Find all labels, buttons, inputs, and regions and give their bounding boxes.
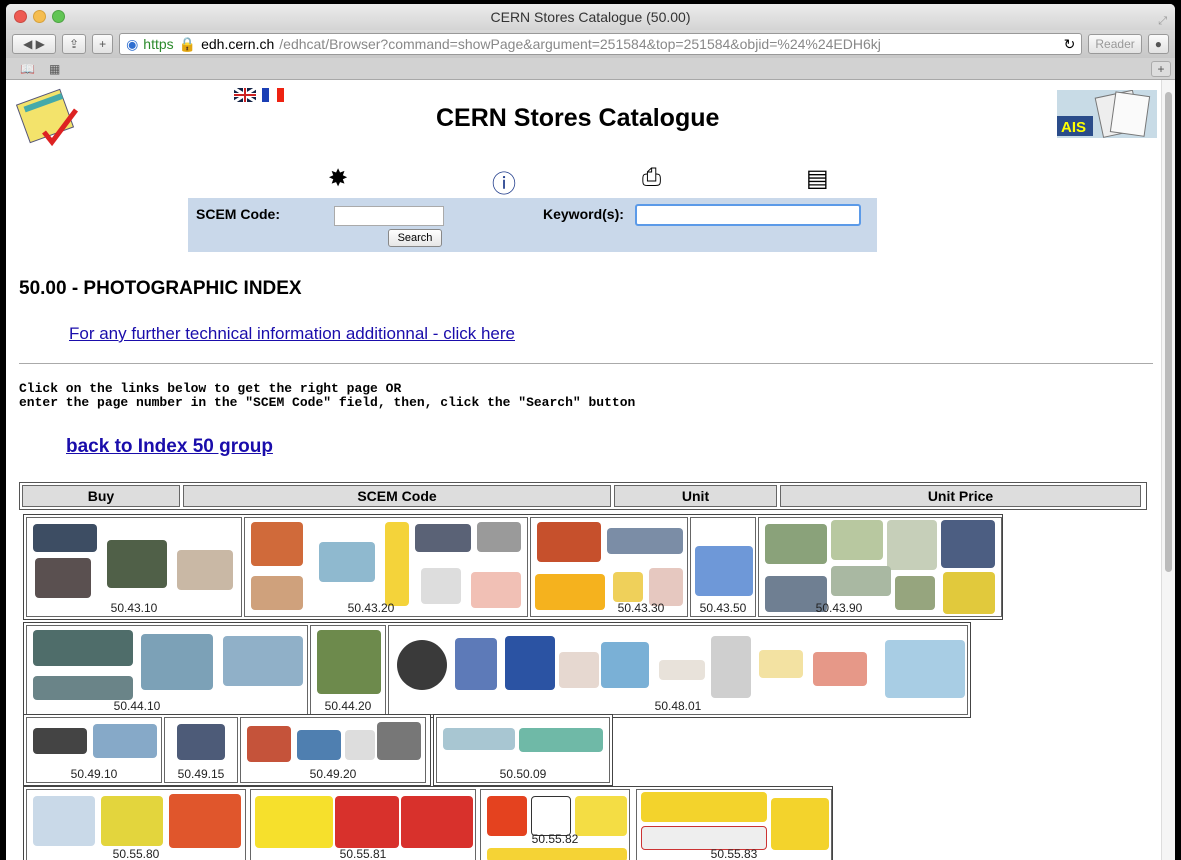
browser-toolbar: ◀ ▶ ⇪ + ◉ https 🔒 edh.cern.ch/edhcat/Bro… [6,30,1175,58]
minimize-window-button[interactable] [33,10,46,23]
scem-code: 50.43.20 [347,601,395,615]
scem-code: 50.55.82 [531,832,579,846]
product-tile-ear-protection[interactable]: 50.48.01 [388,625,968,715]
section-title: 50.00 - PHOTOGRAPHIC INDEX [19,278,302,299]
catalogue-logo-icon [16,88,78,147]
lock-icon: 🔒 [178,35,197,52]
scem-code: 50.43.30 [617,601,665,615]
title-bar: CERN Stores Catalogue (50.00) ⤢ [6,4,1175,30]
info-icon[interactable]: ⓘ [492,164,516,199]
scem-code: 50.43.90 [815,601,863,615]
scem-code: 50.55.81 [339,847,387,860]
close-window-button[interactable] [14,10,27,23]
url-host: edh.cern.ch [201,36,275,52]
instructions-text: Click on the links below to get the righ… [19,381,636,410]
book-icon[interactable]: 📖 [20,62,35,76]
scem-code: 50.50.09 [499,767,547,781]
keyword-label: Keyword(s): [543,206,624,222]
product-tile-coveralls[interactable]: 50.44.10 [26,625,308,715]
top-sites-icon[interactable]: ▦ [49,62,60,76]
reload-icon[interactable]: ↻ [1064,36,1076,53]
back-to-index-link[interactable]: back to Index 50 group [66,436,273,458]
table-header: Buy SCEM Code Unit Unit Price [19,482,1147,510]
scem-code: 50.55.80 [112,847,160,860]
product-tile-masks[interactable]: 50.49.20 [240,717,426,783]
product-tile-glasses[interactable]: 50.49.10 [26,717,162,783]
order-machine-icon[interactable]: ⎙ [642,164,661,192]
search-panel: SCEM Code: Search Keyword(s): [188,198,877,252]
photo-row: 50.55.80 50.55.81 50.55.82 50.55.83 [23,786,833,860]
product-tile-hazard-labels[interactable]: 50.55.82 [480,789,630,860]
product-tile-umbrella[interactable]: 50.43.50 [690,517,756,617]
fullscreen-icon[interactable]: ⤢ [1158,8,1167,34]
search-button[interactable]: Search [388,229,442,247]
share-icon[interactable]: ⇪ [62,34,87,54]
photo-row: 50.43.10 50.43.20 50.43.30 50.43.50 50.4… [23,514,1003,620]
scem-code: 50.49.10 [70,767,118,781]
column-unit-price: Unit Price [780,485,1141,507]
divider [19,363,1153,364]
page-title: CERN Stores Catalogue [436,104,720,132]
scem-code: 50.49.15 [177,767,225,781]
new-items-icon[interactable]: ✸ [328,164,348,193]
product-tile-face-shield[interactable]: 50.49.15 [164,717,238,783]
zoom-window-button[interactable] [52,10,65,23]
technical-info-link[interactable]: For any further technical information ad… [69,324,515,344]
bookmarks-bar: 📖 ▦ + [6,58,1175,80]
scem-code: 50.48.01 [654,699,702,713]
product-tile-clothing[interactable]: 50.43.90 [758,517,1002,617]
english-flag-icon[interactable] [234,88,256,102]
column-unit: Unit [614,485,777,507]
svg-text:AIS: AIS [1061,119,1086,136]
scem-code-label: SCEM Code: [196,206,280,222]
url-path: /edhcat/Browser?command=showPage&argumen… [279,36,881,52]
scem-code: 50.44.20 [324,699,372,713]
vertical-scrollbar[interactable] [1161,80,1175,860]
photo-row: 50.50.09 [433,714,613,786]
scem-code: 50.43.50 [699,601,747,615]
product-tile-helmets[interactable]: 50.43.30 [530,517,688,617]
photo-row: 50.49.10 50.49.15 50.49.20 [23,714,431,786]
keyword-input[interactable] [635,204,861,226]
product-tile-gloves[interactable]: 50.43.20 [244,517,528,617]
scem-code: 50.49.20 [309,767,357,781]
back-forward-buttons[interactable]: ◀ ▶ [12,34,56,54]
column-buy: Buy [22,485,180,507]
photo-row: 50.44.10 50.44.20 50.48.01 [23,622,971,718]
product-tile-hand-cream[interactable]: 50.50.09 [436,717,610,783]
catalogue-book-icon[interactable]: ▤ [806,164,829,193]
scem-code: 50.44.10 [113,699,161,713]
globe-icon: ◉ [126,35,139,52]
scrollbar-thumb[interactable] [1165,92,1172,572]
page-content: CERN Stores Catalogue AIS ✸ ⓘ ⎙ ▤ SCEM C… [6,80,1161,860]
address-bar[interactable]: ◉ https 🔒 edh.cern.ch/edhcat/Browser?com… [119,33,1083,55]
product-tile-shoes[interactable]: 50.43.10 [26,517,242,617]
scem-code: 50.43.10 [110,601,158,615]
window-title: CERN Stores Catalogue (50.00) [490,9,691,25]
product-tile-evacuation-signs[interactable]: 50.55.83 [636,789,832,860]
url-scheme: https [143,36,174,52]
scem-code: 50.55.83 [710,847,758,860]
product-tile-tapes[interactable]: 50.55.80 [26,789,246,860]
scem-code-input[interactable] [334,206,444,226]
reader-button[interactable]: Reader [1088,34,1142,54]
french-flag-icon[interactable] [262,88,284,102]
product-tile-labcoat[interactable]: 50.44.20 [310,625,386,715]
downloads-icon[interactable]: ● [1147,34,1169,54]
browser-window: CERN Stores Catalogue (50.00) ⤢ ◀ ▶ ⇪ + … [6,4,1175,860]
product-tile-signs-danger[interactable]: 50.55.81 [250,789,476,860]
add-bookmark-icon[interactable]: + [92,34,114,54]
column-scem-code: SCEM Code [183,485,611,507]
new-tab-button[interactable]: + [1151,61,1171,77]
ais-logo-icon[interactable]: AIS [1057,90,1157,138]
